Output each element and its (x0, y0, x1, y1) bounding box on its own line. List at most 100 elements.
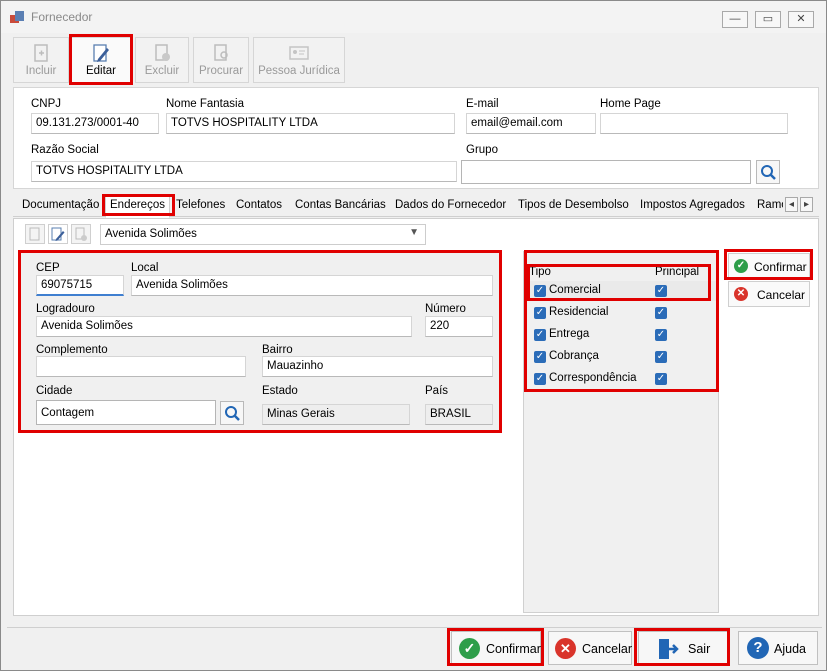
tab-enderecos[interactable]: Endereços (105, 194, 170, 218)
sair-button[interactable]: Sair (638, 631, 728, 665)
bairro-field[interactable]: Mauazinho (262, 356, 493, 377)
incluir-label: Incluir (25, 65, 57, 77)
address-select[interactable]: Avenida Solimões ▼ (100, 224, 426, 245)
pais-field: BRASIL (425, 404, 493, 425)
logradouro-field[interactable]: Avenida Solimões (36, 316, 412, 337)
cep-field[interactable]: 69075715 (36, 275, 124, 296)
local-field[interactable]: Avenida Solimões (131, 275, 493, 296)
numero-field[interactable]: 220 (425, 316, 493, 337)
tipo-checkbox-entrega[interactable]: ✓ (534, 329, 546, 341)
principal-checkbox-correspondencia[interactable]: ✓ (655, 373, 667, 385)
estado-field: Minas Gerais (262, 404, 410, 425)
confirmar-button[interactable]: ✓ Confirmar (451, 631, 541, 665)
excluir-label: Excluir (144, 65, 180, 77)
address-confirmar-label: Confirmar (754, 260, 807, 274)
tab-ramo[interactable]: Ramo (753, 195, 783, 216)
confirmar-label: Confirmar (486, 642, 541, 656)
principal-checkbox-entrega[interactable]: ✓ (655, 329, 667, 341)
delete-document-icon (155, 44, 170, 61)
tab-scroll-left[interactable]: ◂ (785, 197, 798, 212)
cancel-icon: ✕ (734, 287, 748, 301)
cidade-search-button[interactable] (220, 401, 244, 425)
principal-checkbox-residencial[interactable]: ✓ (655, 307, 667, 319)
delete-address-button[interactable] (71, 224, 91, 244)
editar-button[interactable]: Editar (71, 37, 131, 83)
complemento-label: Complemento (36, 344, 108, 356)
tab-impostos-agregados[interactable]: Impostos Agregados (636, 195, 749, 216)
ajuda-button[interactable]: ? Ajuda (738, 631, 818, 665)
grupo-search-button[interactable] (756, 160, 780, 184)
principal-checkbox-cobranca[interactable]: ✓ (655, 351, 667, 363)
local-label: Local (131, 262, 159, 274)
nome-fantasia-field[interactable]: TOTVS HOSPITALITY LTDA (166, 113, 455, 134)
help-icon: ? (747, 637, 769, 659)
check-icon: ✓ (734, 259, 748, 273)
cnpj-field[interactable]: 09.131.273/0001-40 (31, 113, 159, 134)
tipo-label-entrega: Entrega (549, 328, 590, 340)
incluir-button[interactable]: Incluir (13, 37, 69, 83)
complemento-field[interactable] (36, 356, 246, 377)
logradouro-label: Logradouro (36, 303, 95, 315)
search-icon (225, 406, 240, 421)
homepage-field[interactable] (600, 113, 788, 134)
nome-fantasia-label: Nome Fantasia (166, 98, 244, 110)
address-cancelar-button[interactable]: ✕ Cancelar (728, 281, 810, 307)
address-cancelar-label: Cancelar (757, 288, 806, 302)
window-title: Fornecedor (31, 10, 93, 24)
tipo-checkbox-correspondencia[interactable]: ✓ (534, 373, 546, 385)
bairro-label: Bairro (262, 344, 293, 356)
razao-social-label: Razão Social (31, 144, 99, 156)
principal-checkbox-comercial[interactable]: ✓ (655, 285, 667, 297)
tipo-label-correspondencia: Correspondência (549, 372, 637, 384)
pessoa-juridica-button[interactable]: Pessoa Jurídica (253, 37, 345, 83)
tipo-checkbox-cobranca[interactable]: ✓ (534, 351, 546, 363)
procurar-label: Procurar (198, 65, 244, 77)
edit-address-button[interactable] (48, 224, 68, 244)
tab-contas-bancarias[interactable]: Contas Bancárias (291, 195, 390, 216)
tipo-label-comercial: Comercial (549, 284, 601, 296)
address-confirmar-button[interactable]: ✓ Confirmar (728, 253, 810, 279)
editar-label: Editar (85, 65, 117, 77)
maximize-button[interactable]: ▭ (755, 11, 781, 28)
tab-telefones[interactable]: Telefones (172, 195, 229, 216)
razao-social-field[interactable]: TOTVS HOSPITALITY LTDA (31, 161, 457, 182)
id-card-icon (289, 46, 309, 60)
excluir-button[interactable]: Excluir (135, 37, 189, 83)
tipo-label-cobranca: Cobrança (549, 350, 599, 362)
chevron-down-icon: ▼ (409, 227, 419, 238)
email-label: E-mail (466, 98, 499, 110)
tipo-checkbox-residencial[interactable]: ✓ (534, 307, 546, 319)
tab-documentacao[interactable]: Documentação (18, 195, 103, 216)
minimize-button[interactable]: — (722, 11, 748, 28)
procurar-button[interactable]: Procurar (193, 37, 249, 83)
search-icon (761, 165, 776, 180)
sair-label: Sair (688, 642, 711, 656)
new-document-icon (34, 44, 48, 62)
tab-tipos-desembolso[interactable]: Tipos de Desembolso (514, 195, 633, 216)
tab-scroll-right[interactable]: ▸ (800, 197, 813, 212)
numero-label: Número (425, 303, 466, 315)
new-icon (29, 227, 40, 241)
exit-door-icon (659, 639, 679, 659)
tab-contatos[interactable]: Contatos (232, 195, 286, 216)
check-icon: ✓ (459, 638, 480, 659)
homepage-label: Home Page (600, 98, 661, 110)
email-field[interactable]: email@email.com (466, 113, 596, 134)
tipo-checkbox-comercial[interactable]: ✓ (534, 285, 546, 297)
cep-label: CEP (36, 262, 60, 274)
grupo-field[interactable] (461, 160, 751, 184)
cidade-field[interactable]: Contagem (36, 400, 216, 425)
cnpj-label: CNPJ (31, 98, 62, 110)
tipo-label-residencial: Residencial (549, 306, 609, 318)
edit-icon (93, 44, 109, 62)
principal-header: Principal (655, 266, 700, 278)
cancelar-button[interactable]: ✕ Cancelar (548, 631, 632, 665)
cidade-label: Cidade (36, 385, 73, 397)
search-document-icon (214, 44, 228, 61)
grupo-label: Grupo (466, 144, 498, 156)
cancel-icon: ✕ (555, 638, 576, 659)
app-icon (10, 11, 24, 23)
add-address-button[interactable] (25, 224, 45, 244)
close-button[interactable]: ✕ (788, 11, 814, 28)
tab-dados-fornecedor[interactable]: Dados do Fornecedor (391, 195, 510, 216)
